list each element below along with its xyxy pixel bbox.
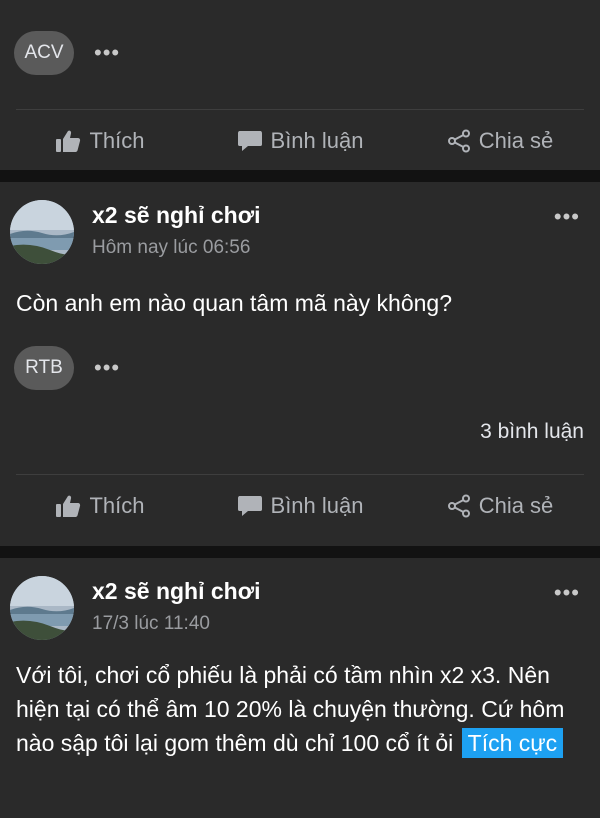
action-bar: Thích Bình luận Chia sẻ <box>0 475 600 537</box>
share-button[interactable]: Chia sẻ <box>400 493 600 519</box>
like-label: Thích <box>89 493 145 518</box>
avatar[interactable] <box>10 576 74 640</box>
more-tags-icon[interactable]: ••• <box>94 357 120 379</box>
post-card-previous: ACV ••• Thích Bình luận Chia sẻ <box>0 0 600 170</box>
comment-button[interactable]: Bình luận <box>200 128 400 154</box>
sentiment-badge: Tích cực <box>461 728 564 758</box>
stock-ticker-tag[interactable]: RTB <box>14 346 74 390</box>
stock-ticker-tag[interactable]: ACV <box>14 31 74 75</box>
more-tags-icon[interactable]: ••• <box>94 42 120 64</box>
action-bar: Thích Bình luận Chia sẻ <box>0 110 600 172</box>
share-icon <box>447 494 471 518</box>
post-header: x2 sẽ nghỉ chơi Hôm nay lúc 06:56 <box>0 182 600 264</box>
share-label: Chia sẻ <box>478 493 554 518</box>
stock-tag-row: RTB ••• <box>0 346 600 390</box>
post-timestamp[interactable]: 17/3 lúc 11:40 <box>92 613 260 635</box>
post-body: Còn anh em nào quan tâm mã này không? <box>16 290 453 316</box>
like-label: Thích <box>89 128 145 153</box>
share-icon <box>447 129 471 153</box>
thumbs-up-icon <box>55 129 81 153</box>
stock-tag-row: ACV ••• <box>0 0 600 75</box>
comment-button[interactable]: Bình luận <box>200 493 400 519</box>
post-meta: x2 sẽ nghỉ chơi 17/3 lúc 11:40 <box>92 576 260 635</box>
share-label: Chia sẻ <box>478 128 554 153</box>
comment-label: Bình luận <box>270 128 364 153</box>
post-header: x2 sẽ nghỉ chơi 17/3 lúc 11:40 <box>0 558 600 640</box>
post-options-icon[interactable]: ••• <box>554 206 580 228</box>
comment-bubble-icon <box>237 494 263 518</box>
comment-label: Bình luận <box>270 493 364 518</box>
post-card: x2 sẽ nghỉ chơi Hôm nay lúc 06:56 ••• Cò… <box>0 182 600 546</box>
like-button[interactable]: Thích <box>0 128 200 154</box>
post-meta: x2 sẽ nghỉ chơi Hôm nay lúc 06:56 <box>92 200 260 259</box>
author-name[interactable]: x2 sẽ nghỉ chơi <box>92 202 260 229</box>
comment-bubble-icon <box>237 129 263 153</box>
author-name[interactable]: x2 sẽ nghỉ chơi <box>92 578 260 605</box>
avatar[interactable] <box>10 200 74 264</box>
post-separator <box>0 546 600 558</box>
share-button[interactable]: Chia sẻ <box>400 128 600 154</box>
thumbs-up-icon <box>55 494 81 518</box>
post-timestamp[interactable]: Hôm nay lúc 06:56 <box>92 237 260 259</box>
post-body: Với tôi, chơi cổ phiếu là phải có tầm nh… <box>0 658 600 760</box>
comments-count[interactable]: 3 bình luận <box>0 420 600 444</box>
post-card: x2 sẽ nghỉ chơi 17/3 lúc 11:40 ••• Với t… <box>0 558 600 818</box>
like-button[interactable]: Thích <box>0 493 200 519</box>
post-options-icon[interactable]: ••• <box>554 582 580 604</box>
